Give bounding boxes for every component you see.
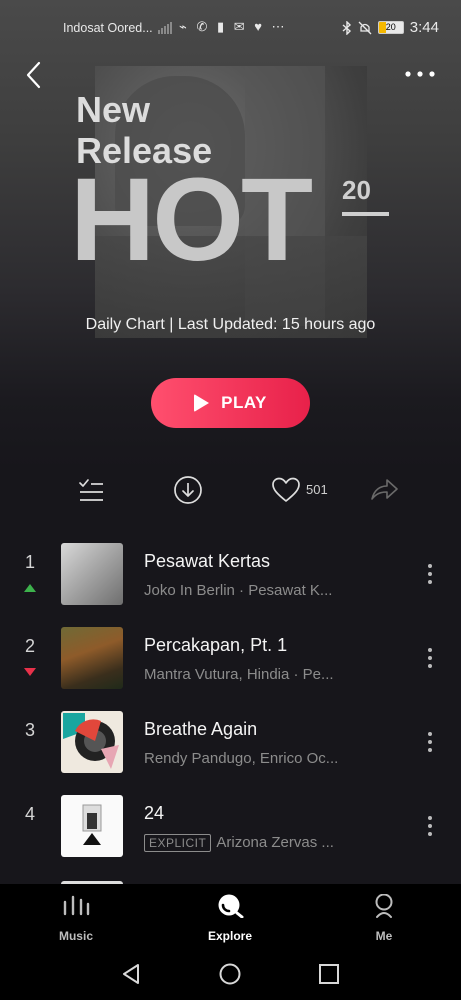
- title-hot: HOT: [70, 154, 313, 286]
- song-rank: 2: [24, 636, 35, 656]
- more-options-icon[interactable]: [404, 68, 436, 80]
- trend-up-icon: [24, 584, 36, 592]
- download-icon[interactable]: [172, 474, 204, 506]
- song-row[interactable]: 4 24 EXPLICIT Arizona Zervas ...: [0, 784, 461, 869]
- action-row: 501: [0, 470, 461, 510]
- music-bars-icon: [63, 895, 90, 916]
- nav-home-icon[interactable]: [218, 962, 242, 986]
- clock: 3:44: [409, 19, 439, 36]
- song-rank: 4: [24, 804, 35, 824]
- song-artist-album: Rendy Pandugo, Enrico Oc...: [144, 750, 339, 767]
- back-icon[interactable]: [22, 60, 48, 90]
- bottom-tab-bar: Music Explore Me: [0, 884, 461, 948]
- song-title: Breathe Again: [144, 719, 258, 739]
- explicit-badge: EXPLICIT: [144, 834, 212, 852]
- nav-recents-icon[interactable]: [318, 963, 340, 985]
- song-artist-album: Joko In Berlin · Pesawat K...: [144, 582, 333, 599]
- song-rank: 1: [24, 552, 35, 572]
- like-count: 501: [306, 482, 328, 497]
- play-button[interactable]: PLAY: [151, 378, 310, 428]
- song-artist-album: EXPLICIT Arizona Zervas ...: [144, 834, 334, 852]
- song-artist-album: Mantra Vutura, Hindia · Pe...: [144, 666, 334, 683]
- title-number: 20: [342, 175, 371, 205]
- battery-icon: 20: [377, 21, 404, 34]
- song-title: Percakapan, Pt. 1: [144, 635, 288, 655]
- signal-icon: [158, 20, 172, 34]
- play-button-label: PLAY: [221, 393, 267, 412]
- song-cover: [61, 711, 123, 773]
- song-cover: [61, 543, 123, 605]
- song-row[interactable]: 3 Breathe Again Rendy Pandugo, Enrico Oc…: [0, 700, 461, 785]
- song-title: 24: [144, 803, 165, 823]
- song-rank: 3: [24, 720, 35, 740]
- song-title: Pesawat Kertas: [144, 551, 271, 571]
- tab-explore[interactable]: Explore: [190, 894, 270, 943]
- tab-label: Me: [375, 929, 393, 943]
- song-more-icon[interactable]: [424, 730, 436, 754]
- nav-back-icon[interactable]: [120, 962, 142, 986]
- title-line-new: New: [76, 89, 151, 130]
- tab-label: Music: [58, 929, 93, 943]
- heart-icon[interactable]: [270, 474, 302, 506]
- bluetooth-icon: [342, 20, 351, 35]
- play-icon: [194, 394, 210, 412]
- song-cover: [61, 627, 123, 689]
- song-more-icon[interactable]: [424, 562, 436, 586]
- mute-icon: [358, 21, 372, 34]
- song-cover: [61, 795, 123, 857]
- share-icon[interactable]: [368, 474, 400, 506]
- person-icon: [375, 893, 393, 918]
- chart-subtitle: Daily Chart | Last Updated: 15 hours ago: [85, 316, 376, 333]
- carrier-name: Indosat Oored...: [63, 21, 153, 35]
- song-more-icon[interactable]: [424, 646, 436, 670]
- tab-music[interactable]: Music: [36, 894, 116, 943]
- multi-select-icon[interactable]: [75, 474, 107, 506]
- title-number-underline: [342, 212, 389, 216]
- trend-down-icon: [24, 668, 36, 676]
- notification-icons: ⌁ ✆ ▮ ✉ ♥ ⋯: [179, 19, 288, 34]
- tab-label: Explore: [207, 929, 252, 943]
- song-artist-text: Arizona Zervas ...: [216, 834, 334, 851]
- song-row[interactable]: 1 Pesawat Kertas Joko In Berlin · Pesawa…: [0, 532, 461, 617]
- song-more-icon[interactable]: [424, 814, 436, 838]
- explore-icon: [218, 894, 244, 919]
- status-bar: Indosat Oored... ⌁ ✆ ▮ ✉ ♥ ⋯ 20 3:44: [0, 14, 461, 42]
- song-row[interactable]: 2 Percakapan, Pt. 1 Mantra Vutura, Hindi…: [0, 616, 461, 701]
- system-nav-bar: [0, 948, 461, 1000]
- tab-me[interactable]: Me: [344, 893, 424, 943]
- song-row-partial[interactable]: [0, 868, 461, 884]
